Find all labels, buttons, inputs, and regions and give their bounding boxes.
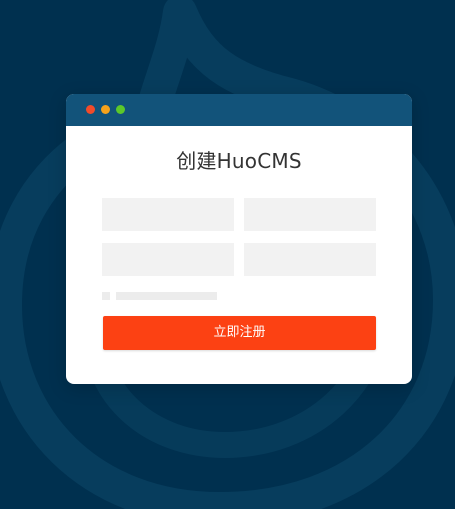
agree-checkbox[interactable] [102, 292, 110, 300]
form-field-3[interactable] [102, 243, 234, 276]
window-maximize-dot-icon [116, 105, 125, 114]
register-button[interactable]: 立即注册 [103, 316, 376, 350]
card-titlebar [66, 94, 412, 126]
form-field-4[interactable] [244, 243, 376, 276]
register-card: 创建HuoCMS 立即注册 [66, 94, 412, 384]
window-close-dot-icon [86, 105, 95, 114]
form-field-1[interactable] [102, 198, 234, 231]
agree-text-placeholder [116, 292, 217, 300]
form-field-2[interactable] [244, 198, 376, 231]
window-minimize-dot-icon [101, 105, 110, 114]
page-title: 创建HuoCMS [176, 149, 302, 173]
